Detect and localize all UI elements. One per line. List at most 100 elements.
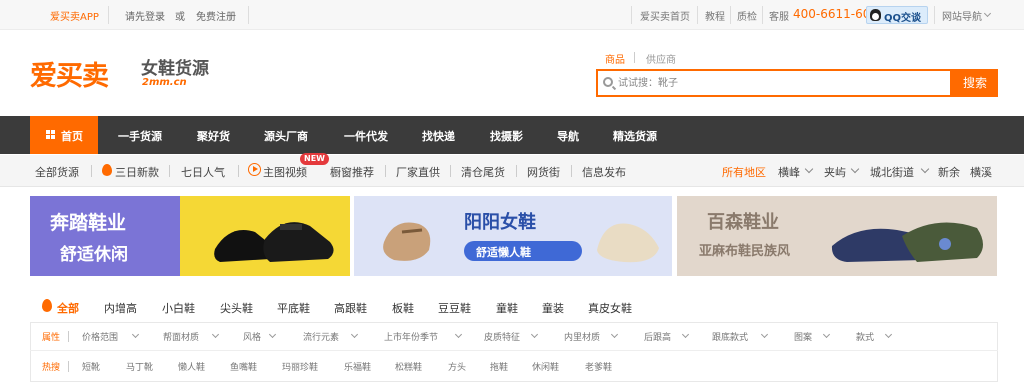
hot-search-link[interactable]: 拖鞋: [490, 360, 508, 373]
hot-search-label: 热搜: [42, 363, 61, 373]
category-item[interactable]: 童鞋: [496, 300, 518, 316]
filter-dropdown[interactable]: 风格: [243, 330, 261, 343]
banner-bentai[interactable]: 奔踏鞋业 舒适休闲: [30, 196, 350, 276]
filter-dropdown[interactable]: 流行元素: [303, 330, 339, 343]
play-icon: [248, 163, 261, 176]
hot-search-link[interactable]: 方头: [448, 360, 466, 373]
nav-home-label: 首页: [61, 130, 83, 143]
home-link[interactable]: 爱买卖首页: [640, 8, 690, 23]
region-jiayu[interactable]: 夹屿: [824, 164, 846, 180]
category-all[interactable]: 全部: [57, 300, 79, 316]
nav-item-navigation[interactable]: 导航: [557, 128, 579, 144]
chevron-down-icon: [920, 164, 930, 174]
banner-title: 奔踏鞋业: [50, 212, 127, 234]
search-input[interactable]: [618, 74, 938, 92]
hot-search-link[interactable]: 玛丽珍鞋: [282, 360, 318, 373]
hot-search-link[interactable]: 马丁靴: [126, 360, 153, 373]
region-hengxi[interactable]: 横溪: [970, 164, 992, 180]
region-chengbei[interactable]: 城北街道: [870, 164, 914, 180]
banner-title: 阳阳女鞋: [464, 212, 536, 233]
banner-baisen[interactable]: 百森鞋业 亚麻布鞋民族风: [677, 196, 997, 276]
nav-item-photography[interactable]: 找摄影: [490, 128, 523, 144]
register-link[interactable]: 免费注册: [196, 8, 236, 23]
chevron-down-icon: [884, 330, 893, 339]
hot-search-link[interactable]: 休闲鞋: [532, 360, 559, 373]
qq-chat-button[interactable]: QQ交谈: [866, 6, 928, 24]
hot-search-link[interactable]: 乐福鞋: [344, 360, 371, 373]
divider: [934, 6, 935, 24]
category-item[interactable]: 真皮女鞋: [588, 300, 632, 316]
search-tab-goods[interactable]: 商品: [605, 51, 625, 66]
hot-search-link[interactable]: 鱼嘴鞋: [230, 360, 257, 373]
divider: [730, 6, 731, 24]
divider: [385, 165, 386, 177]
hot-search-link[interactable]: 老爹鞋: [585, 360, 612, 373]
search-tab-supplier[interactable]: 供应商: [646, 51, 676, 66]
category-item[interactable]: 豆豆鞋: [438, 300, 471, 316]
service-label: 客服: [769, 12, 789, 23]
tutorial-link[interactable]: 教程: [705, 8, 725, 23]
chevron-down-icon: [268, 330, 277, 339]
hot-search-link[interactable]: 短靴: [82, 360, 100, 373]
hot-search-link[interactable]: 松糕鞋: [395, 360, 422, 373]
nav-item-express[interactable]: 找快递: [422, 128, 455, 144]
filter-dropdown[interactable]: 内里材质: [564, 330, 600, 343]
chevron-down-icon: [610, 330, 619, 339]
search-icon: [603, 77, 613, 87]
subnav-seven-day-popular[interactable]: 七日人气: [181, 164, 225, 180]
filter-dropdown[interactable]: 后跟高: [644, 330, 671, 343]
category-item[interactable]: 平底鞋: [277, 300, 310, 316]
divider: [762, 6, 763, 24]
nav-item-selected[interactable]: 精选货源: [613, 128, 657, 144]
nav-item-dropship[interactable]: 一件代发: [344, 128, 388, 144]
subnav-factory-direct[interactable]: 厂家直供: [396, 164, 440, 180]
filter-dropdown[interactable]: 帮面材质: [163, 330, 199, 343]
filter-dropdown[interactable]: 价格范围: [82, 330, 118, 343]
chevron-down-icon: [530, 330, 539, 339]
filter-dropdown[interactable]: 皮质特征: [484, 330, 520, 343]
banner-subtitle: 舒适懒人鞋: [476, 246, 531, 259]
category-item[interactable]: 小白鞋: [162, 300, 195, 316]
flame-icon: [102, 164, 112, 176]
filter-dropdown[interactable]: 上市年份季节: [384, 330, 438, 343]
subnav-main-video[interactable]: 主图视频: [263, 164, 307, 180]
site-nav-dropdown[interactable]: 网站导航: [942, 8, 982, 23]
divider: [248, 6, 249, 24]
banner-yangyang[interactable]: 阳阳女鞋 舒适懒人鞋: [354, 196, 672, 276]
filter-dropdown[interactable]: 款式: [856, 330, 874, 343]
site-logo[interactable]: 爱买卖: [30, 54, 109, 93]
quality-link[interactable]: 质检: [737, 8, 757, 23]
attribute-label: 属性: [42, 333, 61, 343]
login-link[interactable]: 请先登录: [125, 8, 165, 23]
category-item[interactable]: 童装: [542, 300, 564, 316]
subnav-all-goods[interactable]: 全部货源: [35, 164, 79, 180]
banner-subtitle: 舒适休闲: [60, 245, 128, 265]
divider: [631, 6, 632, 24]
nav-item-firsthand[interactable]: 一手货源: [118, 128, 162, 144]
nav-home[interactable]: 首页: [30, 116, 98, 154]
category-item[interactable]: 板鞋: [392, 300, 414, 316]
subnav-goods-street[interactable]: 网货街: [527, 164, 560, 180]
category-item[interactable]: 高跟鞋: [334, 300, 367, 316]
nav-item-good-goods[interactable]: 聚好货: [197, 128, 230, 144]
region-xinyu[interactable]: 新余: [938, 164, 960, 180]
app-download-link[interactable]: 爱买卖APP: [50, 8, 99, 23]
hot-search-row: 热搜 短靴 马丁靴 懒人鞋 鱼嘴鞋 玛丽珍鞋 乐福鞋 松糕鞋 方头 拖鞋 休闲鞋…: [30, 352, 998, 381]
subnav-publish-info[interactable]: 信息发布: [582, 164, 626, 180]
nav-item-source-factory[interactable]: 源头厂商: [264, 128, 308, 144]
subnav-clearance[interactable]: 清仓尾货: [461, 164, 505, 180]
banner-subtitle: 亚麻布鞋民族风: [699, 244, 791, 259]
hot-search-link[interactable]: 懒人鞋: [178, 360, 205, 373]
filter-dropdown[interactable]: 图案: [794, 330, 812, 343]
divider: [108, 6, 109, 24]
subnav-window-recommend[interactable]: 橱窗推荐: [330, 164, 374, 180]
search-button[interactable]: 搜索: [952, 69, 998, 97]
region-all[interactable]: 所有地区: [722, 164, 766, 180]
chevron-down-icon: [822, 330, 831, 339]
subnav-three-day-new[interactable]: 三日新款: [115, 164, 159, 180]
category-item[interactable]: 内增高: [104, 300, 137, 316]
region-hengfeng[interactable]: 横峰: [778, 164, 800, 180]
filter-dropdown[interactable]: 跟底款式: [712, 330, 748, 343]
category-item[interactable]: 尖头鞋: [220, 300, 253, 316]
chevron-down-icon: [804, 164, 814, 174]
